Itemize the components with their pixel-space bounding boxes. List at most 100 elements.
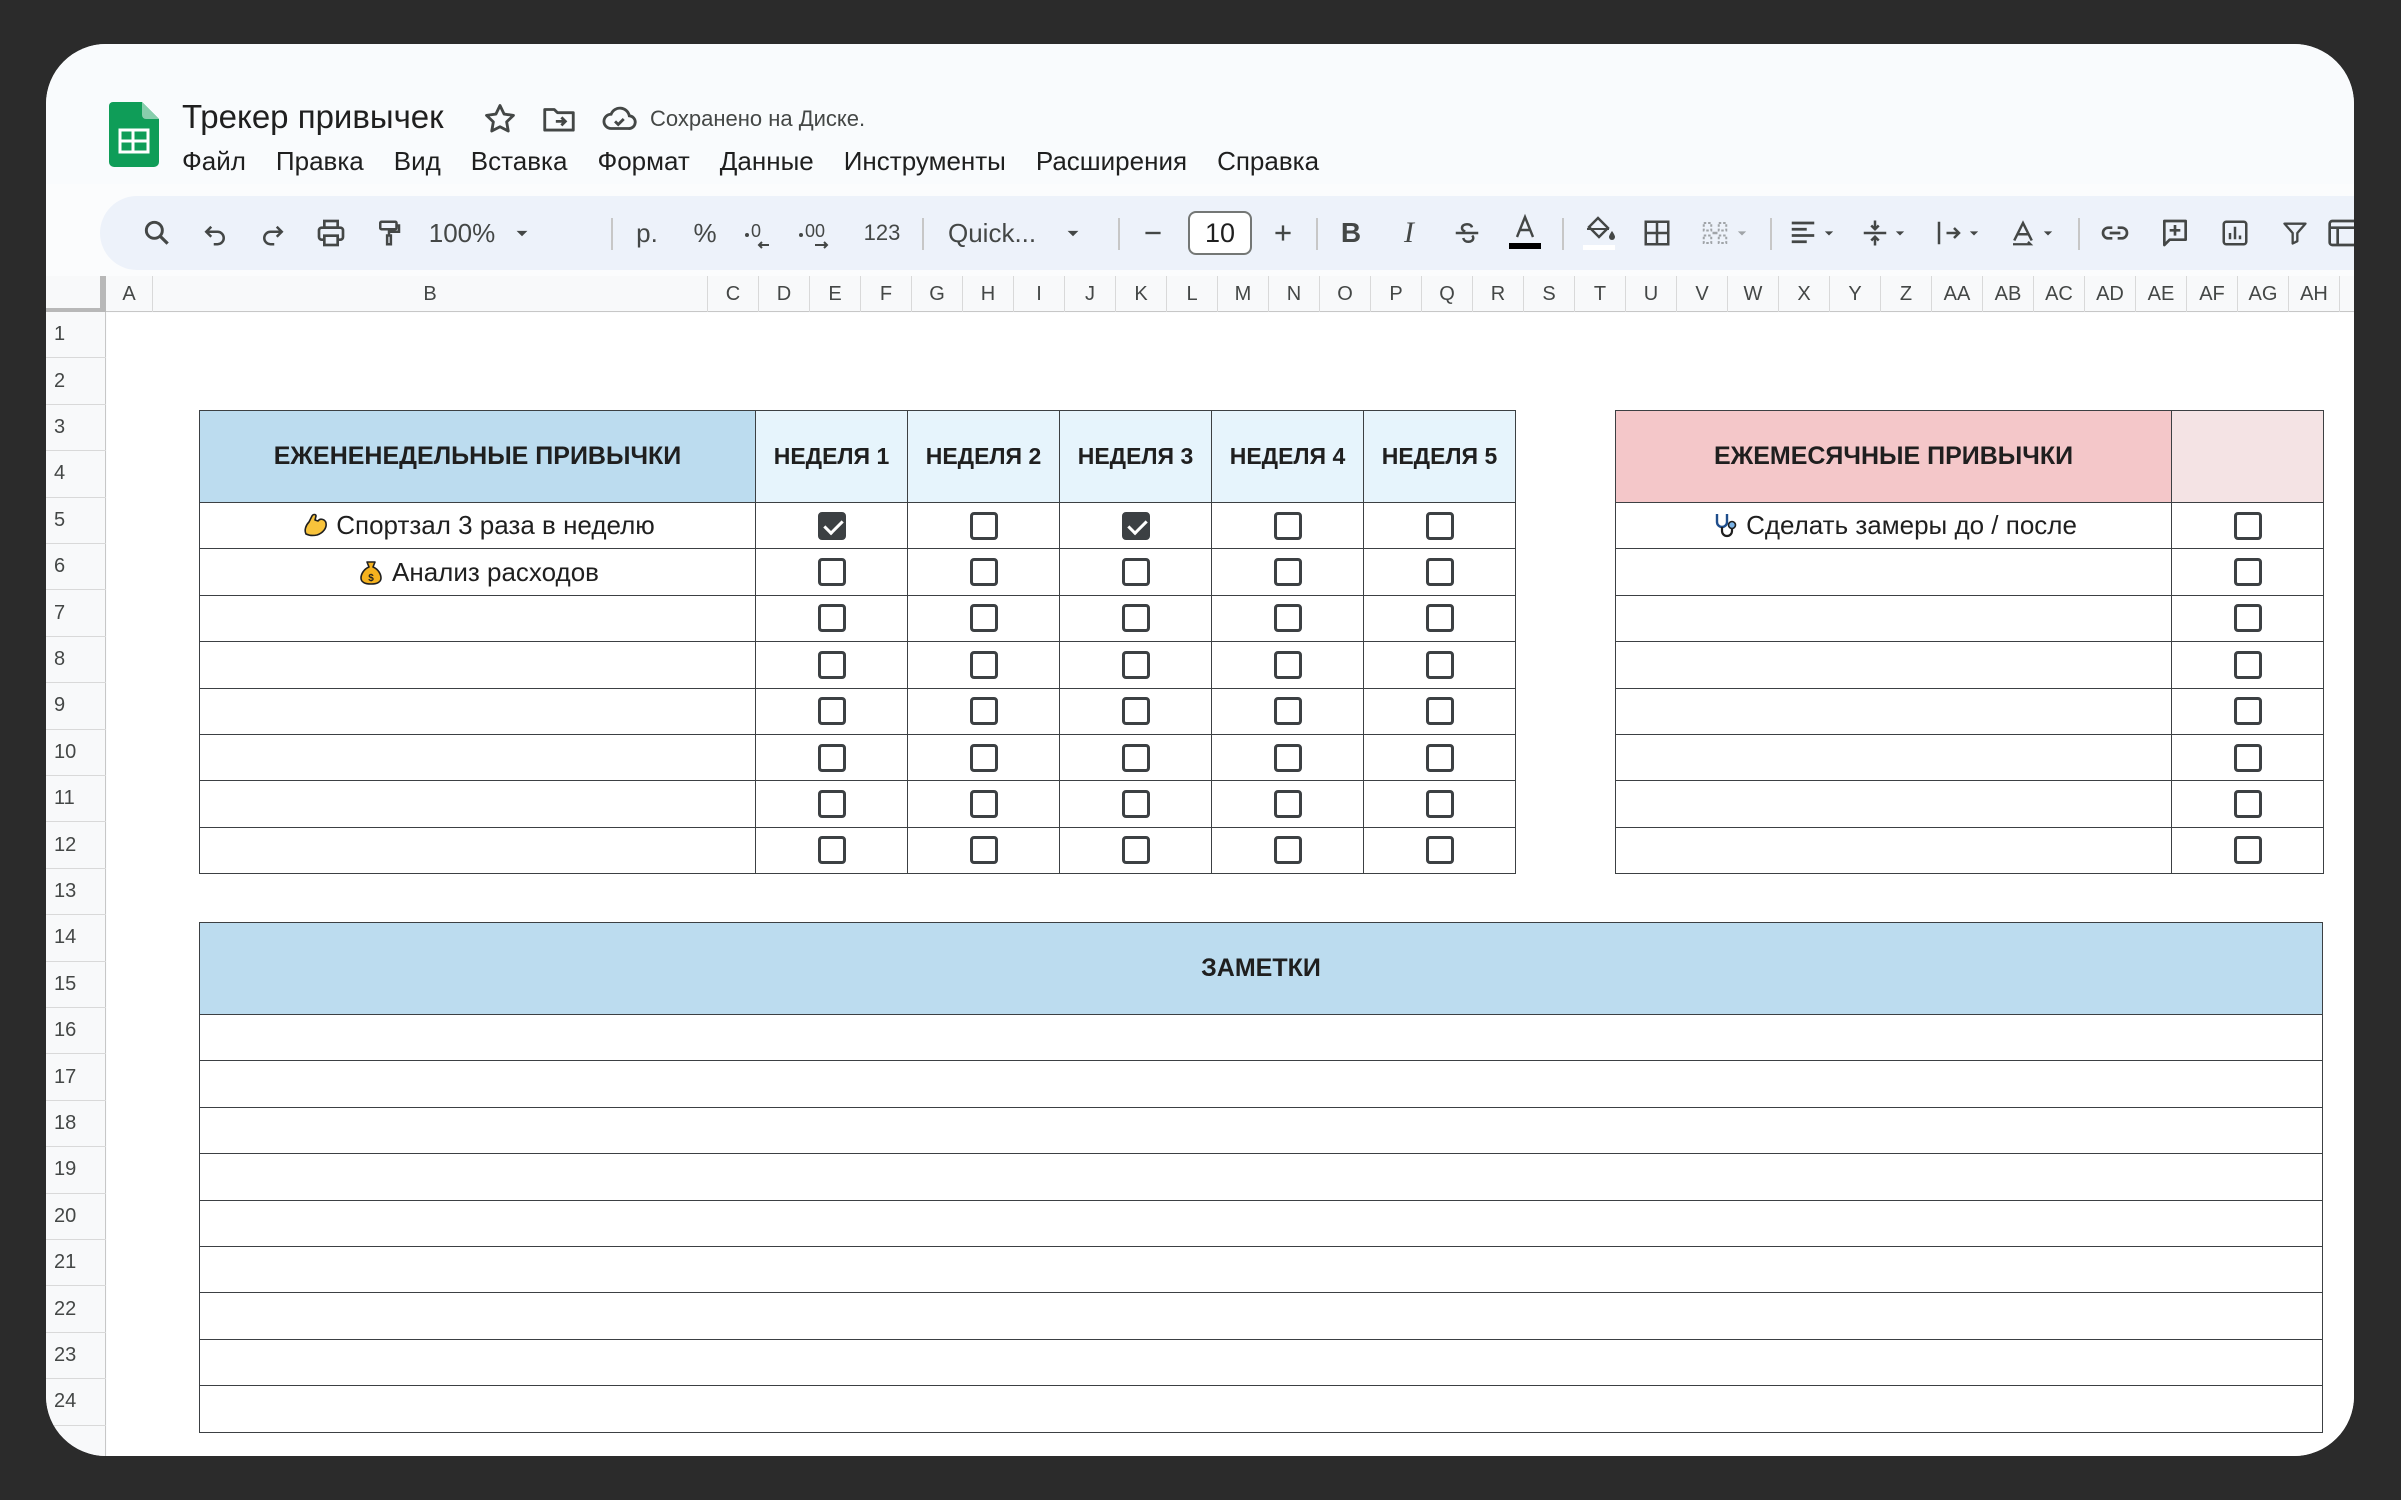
column-header[interactable]: F	[861, 276, 912, 312]
checkbox[interactable]	[969, 558, 998, 587]
column-header[interactable]: E	[810, 276, 861, 312]
paint-format-icon[interactable]	[366, 196, 412, 270]
checkbox[interactable]	[2233, 697, 2262, 726]
column-header[interactable]: A	[106, 276, 153, 312]
month-check-cell[interactable]	[2171, 826, 2324, 875]
week-check-cell[interactable]	[1363, 687, 1516, 735]
column-header[interactable]: I	[1014, 276, 1065, 312]
week-check-cell[interactable]	[907, 826, 1060, 875]
column-header[interactable]: P	[1371, 276, 1422, 312]
week-check-cell[interactable]	[1211, 501, 1364, 550]
week-check-cell[interactable]	[1363, 826, 1516, 875]
habit-name-cell[interactable]	[1615, 733, 2172, 782]
habit-name-cell[interactable]: $ Анализ расходов	[199, 548, 756, 596]
menu-item[interactable]: Данные	[705, 142, 829, 180]
notes-cell[interactable]	[199, 1245, 2323, 1294]
week-check-cell[interactable]	[1363, 641, 1516, 689]
habit-name-cell[interactable]	[1615, 826, 2172, 875]
checkbox[interactable]	[817, 650, 846, 679]
column-header[interactable]: K	[1116, 276, 1167, 312]
insert-chart-icon[interactable]	[2210, 196, 2260, 270]
insert-comment-icon[interactable]	[2150, 196, 2200, 270]
column-header[interactable]: AH	[2289, 276, 2340, 312]
month-check-cell[interactable]	[2171, 733, 2324, 782]
habit-name-cell[interactable]	[199, 733, 756, 782]
week-check-cell[interactable]	[907, 594, 1060, 643]
week-check-cell[interactable]	[1363, 548, 1516, 596]
notes-cell[interactable]	[199, 1338, 2323, 1387]
column-header[interactable]: B	[153, 276, 708, 312]
currency-format-button[interactable]: р.	[622, 196, 672, 270]
notes-cell[interactable]	[199, 1385, 2323, 1433]
menu-item[interactable]: Инструменты	[829, 142, 1021, 180]
checkbox[interactable]	[1273, 836, 1302, 865]
week-check-cell[interactable]	[1363, 501, 1516, 550]
week-check-cell[interactable]	[907, 501, 1060, 550]
week-check-cell[interactable]	[1059, 641, 1212, 689]
column-header[interactable]: Y	[1830, 276, 1881, 312]
checkbox[interactable]	[817, 790, 846, 819]
row-header[interactable]: 3	[46, 405, 106, 452]
month-check-cell[interactable]	[2171, 548, 2324, 596]
column-header[interactable]: G	[912, 276, 963, 312]
font-size-increase-button[interactable]	[1260, 196, 1306, 270]
row-header[interactable]: 17	[46, 1054, 106, 1101]
week-check-cell[interactable]	[1059, 594, 1212, 643]
checkbox[interactable]	[969, 790, 998, 819]
menu-item[interactable]: Вставка	[456, 142, 583, 180]
notes-cell[interactable]	[199, 1292, 2323, 1340]
checkbox[interactable]	[1121, 650, 1150, 679]
checkbox[interactable]	[2233, 790, 2262, 819]
week-check-cell[interactable]	[1059, 826, 1212, 875]
checkbox[interactable]	[1121, 836, 1150, 865]
sheets-logo-icon[interactable]	[109, 102, 159, 167]
week-check-cell[interactable]	[907, 780, 1060, 828]
habit-name-cell[interactable]	[199, 826, 756, 875]
checkbox[interactable]	[969, 604, 998, 633]
checkbox[interactable]	[1273, 743, 1302, 772]
percent-format-button[interactable]: %	[682, 196, 728, 270]
checkbox[interactable]	[1425, 511, 1454, 540]
week-check-cell[interactable]	[1059, 687, 1212, 735]
column-header[interactable]: N	[1269, 276, 1320, 312]
cloud-saved-icon[interactable]	[600, 100, 638, 138]
text-color-icon[interactable]	[1500, 196, 1550, 270]
row-header[interactable]: 13	[46, 869, 106, 916]
row-header[interactable]: 20	[46, 1194, 106, 1240]
week-check-cell[interactable]	[1363, 733, 1516, 782]
row-header[interactable]: 5	[46, 498, 106, 544]
notes-header[interactable]: ЗАМЕТКИ	[199, 922, 2323, 1015]
checkbox[interactable]	[2233, 511, 2262, 540]
habit-name-cell[interactable]	[1615, 641, 2172, 689]
habit-name-cell[interactable]	[1615, 780, 2172, 828]
week-check-cell[interactable]	[1211, 548, 1364, 596]
merge-cells-icon[interactable]	[1690, 196, 1760, 270]
column-header[interactable]: X	[1779, 276, 1830, 312]
habit-name-cell[interactable]	[199, 687, 756, 735]
column-header[interactable]: J	[1065, 276, 1116, 312]
month-check-cell[interactable]	[2171, 687, 2324, 735]
checkbox[interactable]	[1425, 650, 1454, 679]
checkbox[interactable]	[1425, 790, 1454, 819]
number-format-button[interactable]: 123	[854, 196, 910, 270]
column-header[interactable]: D	[759, 276, 810, 312]
notes-cell[interactable]	[199, 1153, 2323, 1201]
increase-decimal-button[interactable]: 00	[792, 196, 844, 270]
notes-cell[interactable]	[199, 1199, 2323, 1247]
week-check-cell[interactable]	[755, 501, 908, 550]
column-header[interactable]: S	[1524, 276, 1575, 312]
star-icon[interactable]	[481, 100, 519, 138]
row-header[interactable]: 2	[46, 358, 106, 405]
checkbox[interactable]	[2233, 743, 2262, 772]
undo-icon[interactable]	[192, 196, 238, 270]
column-header[interactable]: R	[1473, 276, 1524, 312]
habit-name-cell[interactable]: Сделать замеры до / после	[1615, 501, 2172, 550]
checkbox[interactable]	[1425, 604, 1454, 633]
week-header[interactable]: НЕДЕЛЯ 5	[1363, 410, 1516, 503]
move-to-folder-icon[interactable]	[540, 100, 578, 138]
row-header[interactable]: 7	[46, 590, 106, 637]
insert-link-icon[interactable]	[2090, 196, 2140, 270]
habit-name-cell[interactable]	[199, 780, 756, 828]
column-header[interactable]: Z	[1881, 276, 1932, 312]
checkbox[interactable]	[969, 743, 998, 772]
